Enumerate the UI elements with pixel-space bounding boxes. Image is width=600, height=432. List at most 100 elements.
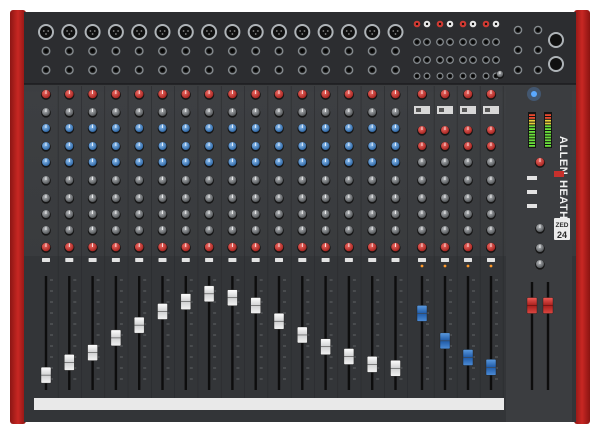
eq-mid-knob[interactable] — [320, 142, 331, 152]
mute-button[interactable] — [487, 258, 495, 262]
fx-send-knob[interactable] — [111, 226, 121, 236]
aux-send-knob[interactable] — [64, 210, 75, 220]
stereo-eq-knob[interactable] — [486, 142, 496, 152]
eq-high-knob[interactable] — [320, 124, 331, 134]
line-input-jack-icon[interactable] — [321, 46, 331, 56]
fx-send-knob[interactable] — [41, 226, 51, 236]
aux-send-knob[interactable] — [87, 210, 98, 220]
eq-high-knob[interactable] — [250, 124, 261, 134]
eq-freq-knob[interactable] — [134, 158, 144, 168]
line-input-jack-icon[interactable] — [251, 46, 261, 56]
eq-low-knob[interactable] — [87, 176, 98, 186]
pan-knob[interactable] — [227, 242, 238, 253]
eq-low-knob[interactable] — [181, 176, 191, 186]
gain-knob[interactable] — [87, 89, 98, 100]
stereo-eq-knob[interactable] — [486, 176, 496, 186]
xlr-input-icon[interactable] — [84, 24, 101, 40]
aux-send-knob[interactable] — [320, 194, 331, 204]
mute-button[interactable] — [441, 258, 449, 262]
aux-send-knob[interactable] — [181, 194, 191, 204]
pan-knob[interactable] — [367, 242, 378, 253]
pan-knob[interactable] — [64, 242, 75, 253]
master-level-knob[interactable] — [534, 157, 546, 168]
pan-knob[interactable] — [250, 242, 261, 253]
mute-button[interactable] — [158, 258, 167, 262]
stereo-eq-knob[interactable] — [440, 176, 450, 186]
fx-send-knob[interactable] — [134, 226, 144, 236]
eq-freq-knob[interactable] — [41, 158, 51, 168]
eq-freq-knob[interactable] — [250, 158, 261, 168]
mute-button[interactable] — [42, 258, 50, 262]
stereo-left-jack-icon[interactable] — [413, 38, 421, 46]
stereo-left-jack-icon[interactable] — [436, 38, 444, 46]
stereo-eq-knob[interactable] — [463, 176, 473, 186]
source-switch[interactable] — [414, 106, 430, 114]
pan-knob[interactable] — [110, 242, 121, 253]
xlr-input-icon[interactable] — [154, 24, 171, 40]
group-jack-icon[interactable] — [459, 72, 467, 80]
insert-jack-icon[interactable] — [64, 65, 74, 75]
stereo-eq-knob[interactable] — [417, 226, 427, 236]
fx-send-knob[interactable] — [320, 226, 331, 236]
xlr-input-icon[interactable] — [224, 24, 241, 40]
eq-high-knob[interactable] — [87, 124, 98, 134]
gain-knob[interactable] — [157, 89, 168, 100]
balance-knob[interactable] — [462, 242, 474, 253]
hpf-knob[interactable] — [320, 108, 331, 118]
eq-mid-knob[interactable] — [181, 142, 191, 152]
pan-knob[interactable] — [297, 242, 308, 253]
aux-jack-icon[interactable] — [469, 56, 477, 64]
aux-send-knob[interactable] — [250, 194, 261, 204]
aux-send-knob[interactable] — [41, 194, 51, 204]
line-input-jack-icon[interactable] — [88, 46, 98, 56]
eq-high-knob[interactable] — [274, 124, 284, 134]
aux-send-knob[interactable] — [181, 210, 191, 220]
routing-button[interactable] — [527, 190, 537, 194]
stereo-eq-knob[interactable] — [440, 194, 450, 204]
eq-high-knob[interactable] — [367, 124, 378, 134]
eq-low-knob[interactable] — [41, 176, 51, 186]
insert-jack-icon[interactable] — [41, 65, 51, 75]
stereo-eq-knob[interactable] — [486, 226, 496, 236]
eq-low-knob[interactable] — [344, 176, 354, 186]
group-jack-icon[interactable] — [446, 72, 454, 80]
hpf-knob[interactable] — [111, 108, 121, 118]
eq-mid-knob[interactable] — [157, 142, 168, 152]
line-input-jack-icon[interactable] — [297, 46, 307, 56]
stereo-right-jack-icon[interactable] — [423, 38, 431, 46]
xlr-input-icon[interactable] — [107, 24, 124, 40]
fx-send-knob[interactable] — [390, 226, 401, 236]
gain-knob[interactable] — [180, 89, 191, 100]
stereo-eq-knob[interactable] — [486, 126, 496, 136]
stereo-left-jack-icon[interactable] — [459, 38, 467, 46]
line-input-jack-icon[interactable] — [274, 46, 284, 56]
master-out-jack-icon[interactable] — [513, 45, 523, 55]
monitor-knob[interactable] — [535, 244, 545, 254]
fx-send-knob[interactable] — [344, 226, 354, 236]
stereo-eq-knob[interactable] — [417, 142, 427, 152]
eq-freq-knob[interactable] — [344, 158, 354, 168]
balance-knob[interactable] — [485, 242, 497, 253]
aux-send-knob[interactable] — [390, 210, 401, 220]
mute-button[interactable] — [88, 258, 97, 262]
eq-low-knob[interactable] — [297, 176, 308, 186]
eq-low-knob[interactable] — [390, 176, 401, 186]
line-input-jack-icon[interactable] — [227, 46, 237, 56]
eq-freq-knob[interactable] — [274, 158, 284, 168]
insert-jack-icon[interactable] — [297, 65, 307, 75]
gain-knob[interactable] — [462, 89, 474, 100]
aux-jack-icon[interactable] — [459, 56, 467, 64]
line-input-jack-icon[interactable] — [111, 46, 121, 56]
insert-jack-icon[interactable] — [88, 65, 98, 75]
gain-knob[interactable] — [250, 89, 261, 100]
insert-jack-icon[interactable] — [251, 65, 261, 75]
gain-knob[interactable] — [416, 89, 428, 100]
eq-mid-knob[interactable] — [250, 142, 261, 152]
balance-knob[interactable] — [439, 242, 451, 253]
aux-send-knob[interactable] — [344, 210, 354, 220]
mute-button[interactable] — [321, 258, 330, 262]
gain-knob[interactable] — [134, 89, 145, 100]
insert-jack-icon[interactable] — [204, 65, 214, 75]
stereo-eq-knob[interactable] — [440, 210, 450, 220]
aux-jack-icon[interactable] — [436, 56, 444, 64]
